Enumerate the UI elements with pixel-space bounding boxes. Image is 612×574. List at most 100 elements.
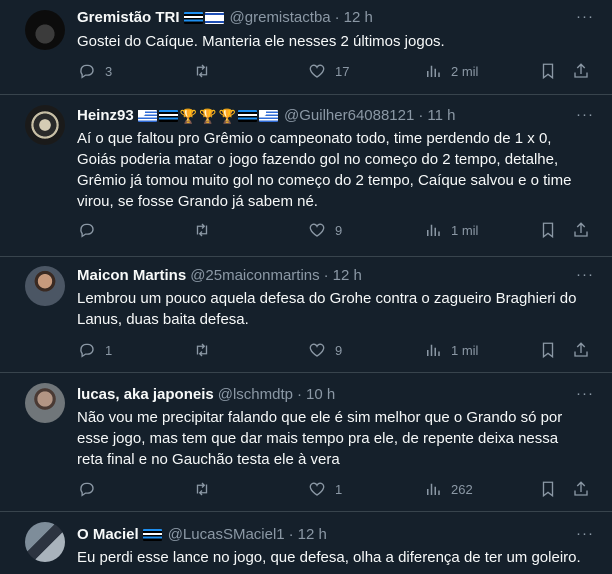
- retweet-icon: [196, 343, 208, 357]
- display-name[interactable]: lucas, aka japoneis: [77, 385, 214, 405]
- retweet-button[interactable]: [193, 480, 220, 498]
- share-icon: [574, 481, 588, 496]
- share-button[interactable]: [572, 62, 590, 80]
- handle[interactable]: @LucasSMaciel1: [168, 525, 285, 545]
- avatar[interactable]: [25, 10, 65, 50]
- bookmark-button[interactable]: [539, 62, 557, 80]
- share-button[interactable]: [572, 341, 590, 359]
- tweet[interactable]: Maicon Martins @25maiconmartins · 12 h ·…: [0, 258, 612, 373]
- display-name[interactable]: Maicon Martins: [77, 266, 186, 286]
- timestamp[interactable]: 12 h: [298, 525, 327, 545]
- retweet-button[interactable]: [193, 221, 220, 239]
- share-icon: [574, 342, 588, 357]
- reply-count: 1: [105, 342, 113, 358]
- gremio-flag-icon: [238, 110, 258, 122]
- tweet[interactable]: Gremistão TRI @gremistactba · 12 h ··· G…: [0, 0, 612, 95]
- views-button[interactable]: 1 mil: [424, 221, 478, 239]
- gremio-flag-icon: [158, 110, 178, 122]
- avatar[interactable]: [25, 383, 65, 423]
- like-count: 9: [335, 222, 343, 238]
- views-count: 1 mil: [451, 342, 479, 358]
- reply-button[interactable]: 1: [78, 341, 112, 359]
- more-icon[interactable]: ···: [575, 267, 595, 288]
- like-button[interactable]: 17: [308, 62, 349, 80]
- reply-button[interactable]: [78, 480, 105, 498]
- tweet-actions: 1 262: [0, 480, 612, 500]
- timestamp[interactable]: 11 h: [427, 106, 455, 126]
- name-badges: 🏆 🏆 🏆: [137, 106, 280, 126]
- avatar[interactable]: [25, 522, 65, 562]
- handle[interactable]: @25maiconmartins: [190, 266, 319, 286]
- share-button[interactable]: [572, 480, 590, 498]
- tweet-text: Lembrou um pouco aquela defesa do Grohe …: [77, 290, 577, 328]
- display-name[interactable]: O Maciel: [77, 525, 139, 545]
- bookmark-icon: [542, 63, 554, 80]
- reply-icon: [80, 482, 94, 497]
- reply-button[interactable]: 3: [78, 62, 112, 80]
- tweet-header: Heinz93 🏆 🏆 🏆 @Guilher64088121 · 11 h: [77, 106, 562, 126]
- trophy-icon: 🏆: [179, 108, 198, 124]
- views-button[interactable]: 2 mil: [424, 62, 478, 80]
- tweet-header: lucas, aka japoneis @lschmdtp · 10 h: [77, 385, 562, 405]
- separator: ·: [334, 9, 340, 26]
- views-button[interactable]: 262: [424, 480, 473, 498]
- tweet-actions: 1 9 1 mil: [0, 341, 612, 361]
- tweet-text: Eu perdi esse lance no jogo, que defesa,…: [77, 549, 581, 566]
- views-button[interactable]: 1 mil: [424, 341, 478, 359]
- bookmark-icon: [542, 222, 554, 239]
- display-name[interactable]: Heinz93: [77, 106, 134, 126]
- more-icon[interactable]: ···: [575, 386, 595, 407]
- share-icon: [574, 63, 588, 78]
- reply-icon: [80, 343, 94, 358]
- retweet-icon: [196, 64, 208, 78]
- tweet-actions: 3 17 2 mil: [0, 62, 612, 82]
- bookmark-button[interactable]: [539, 480, 557, 498]
- separator: ·: [288, 526, 294, 543]
- avatar[interactable]: [25, 266, 65, 306]
- israel-flag-icon: [204, 12, 224, 24]
- tweet-header: Gremistão TRI @gremistactba · 12 h: [77, 8, 562, 28]
- views-count: 2 mil: [451, 63, 479, 79]
- reply-button[interactable]: [78, 221, 105, 239]
- avatar[interactable]: [25, 105, 65, 145]
- tweet[interactable]: lucas, aka japoneis @lschmdtp · 10 h ···…: [0, 374, 612, 512]
- more-icon[interactable]: ···: [575, 107, 595, 128]
- handle[interactable]: @Guilher64088121: [284, 106, 414, 126]
- handle[interactable]: @lschmdtp: [218, 385, 293, 405]
- gremio-flag-icon: [183, 12, 203, 24]
- retweet-icon: [196, 223, 208, 237]
- timestamp[interactable]: 12 h: [344, 8, 373, 28]
- like-button[interactable]: 9: [308, 221, 342, 239]
- bookmark-icon: [542, 481, 554, 498]
- timestamp[interactable]: 12 h: [333, 266, 362, 286]
- like-icon: [309, 64, 325, 78]
- tweet[interactable]: O Maciel @LucasSMaciel1 · 12 h ··· Eu pe…: [0, 513, 612, 574]
- display-name[interactable]: Gremistão TRI: [77, 8, 180, 28]
- tweet-actions: 9 1 mil: [0, 221, 612, 241]
- reply-icon: [80, 64, 94, 79]
- bookmark-button[interactable]: [539, 341, 557, 359]
- more-icon[interactable]: ···: [575, 526, 595, 547]
- name-badges: [142, 529, 164, 541]
- like-count: 17: [335, 63, 350, 79]
- like-icon: [309, 482, 325, 496]
- reply-feed: Gremistão TRI @gremistactba · 12 h ··· G…: [0, 0, 612, 574]
- retweet-button[interactable]: [193, 341, 220, 359]
- tweet-text: Aí o que faltou pro Grêmio o campeonato …: [77, 130, 572, 210]
- timestamp[interactable]: 10 h: [306, 385, 335, 405]
- tweet-text: Não vou me precipitar falando que ele é …: [77, 409, 563, 468]
- like-button[interactable]: 9: [308, 341, 342, 359]
- like-button[interactable]: 1: [308, 480, 342, 498]
- name-badges: [183, 12, 226, 24]
- views-count: 1 mil: [451, 222, 479, 238]
- trophy-icon: 🏆: [199, 108, 217, 124]
- like-icon: [309, 343, 325, 357]
- more-icon[interactable]: ···: [575, 9, 595, 30]
- handle[interactable]: @gremistactba: [230, 8, 331, 28]
- gremio-flag-icon: [142, 529, 162, 541]
- retweet-button[interactable]: [193, 62, 220, 80]
- tweet-header: O Maciel @LucasSMaciel1 · 12 h: [77, 525, 562, 545]
- tweet[interactable]: Heinz93 🏆 🏆 🏆 @Guilher64088121 · 11 h ··…: [0, 96, 612, 257]
- bookmark-button[interactable]: [539, 221, 557, 239]
- share-button[interactable]: [572, 221, 590, 239]
